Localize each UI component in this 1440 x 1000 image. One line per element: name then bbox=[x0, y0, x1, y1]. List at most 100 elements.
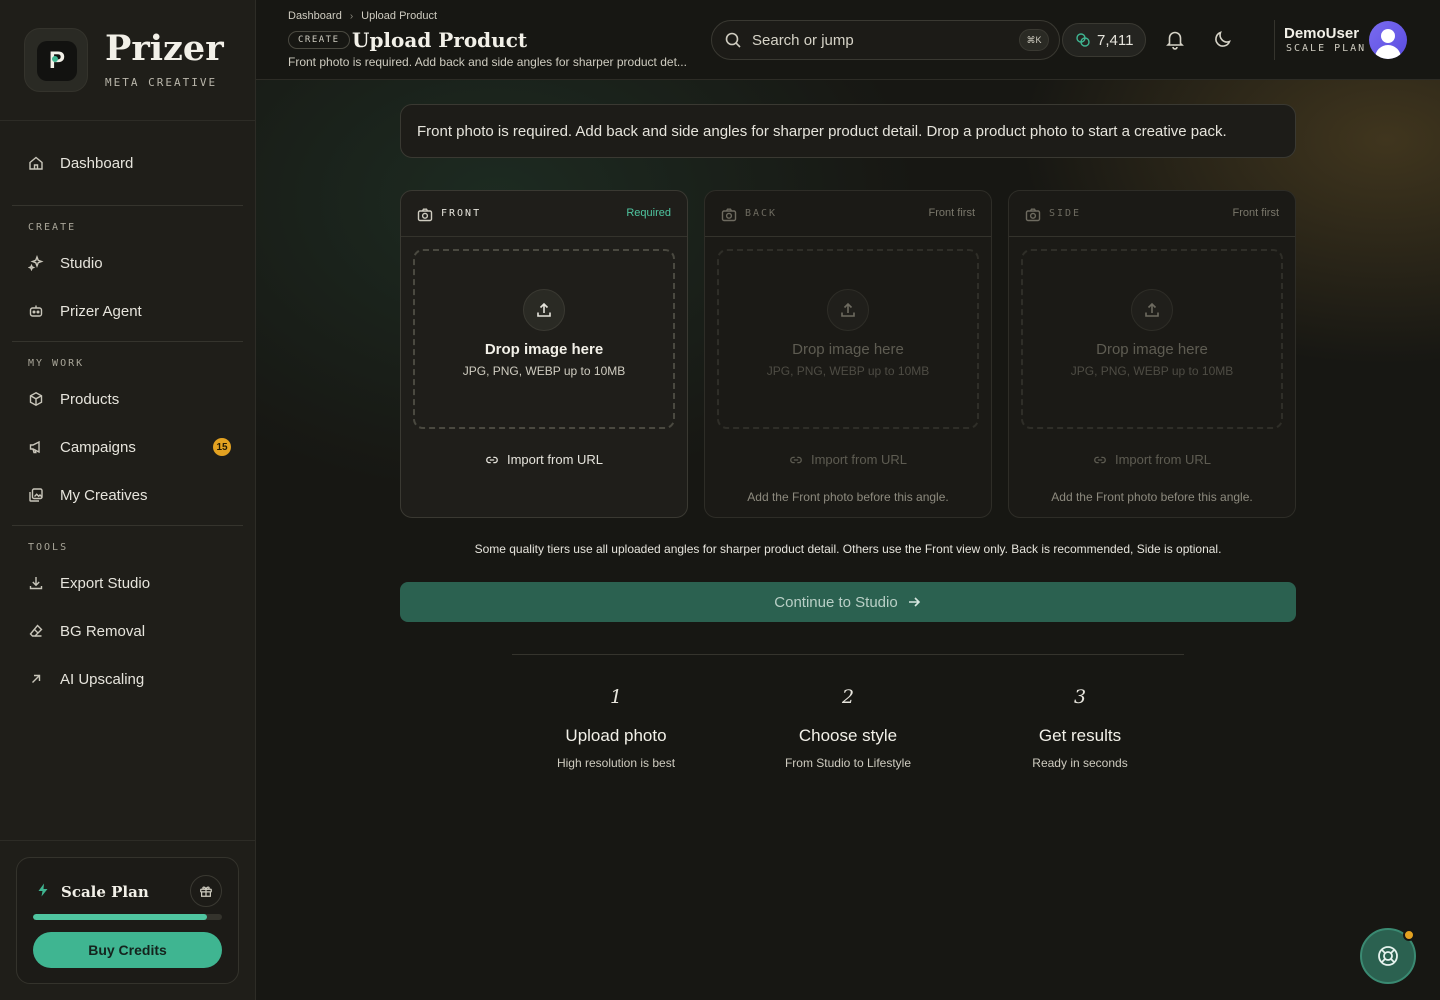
breadcrumb: Dashboard › Upload Product bbox=[288, 10, 437, 22]
sidebar-item-label: AI Upscaling bbox=[60, 670, 145, 688]
sidebar-item-export-studio[interactable]: Export Studio bbox=[12, 563, 243, 603]
sidebar-item-label: Dashboard bbox=[60, 154, 134, 172]
step-title: Upload photo bbox=[565, 726, 667, 745]
sidebar-item-label: My Creatives bbox=[60, 486, 148, 504]
user-plan: SCALE PLAN bbox=[1286, 43, 1367, 54]
plan-card: Scale Plan Buy Credits bbox=[16, 857, 239, 984]
avatar-head bbox=[1381, 29, 1395, 43]
step-title: Choose style bbox=[798, 726, 898, 745]
sidebar-item-label: Prizer Agent bbox=[60, 302, 142, 320]
nav-divider bbox=[12, 205, 243, 206]
credits-chip[interactable]: 7,411 bbox=[1062, 23, 1146, 57]
info-banner: Front photo is required. Add back and si… bbox=[400, 104, 1296, 158]
continue-to-studio-button[interactable]: Continue to Studio bbox=[400, 582, 1296, 622]
plan-usage-bar bbox=[33, 914, 222, 920]
brand-name: Prizer bbox=[105, 28, 224, 69]
page-subtitle: Front photo is required. Add back and si… bbox=[288, 55, 687, 69]
sidebar-item-label: BG Removal bbox=[60, 622, 146, 640]
front-first-tag: Front first bbox=[928, 207, 975, 219]
bot-icon bbox=[28, 303, 44, 319]
coins-icon bbox=[1075, 32, 1091, 48]
nav-section-my-work: MY WORK bbox=[28, 358, 85, 369]
dropzone[interactable]: Drop image here JPG, PNG, WEBP up to 10M… bbox=[413, 249, 675, 429]
step-1: 1 Upload photo High resolution is best bbox=[500, 686, 732, 770]
campaigns-count-badge: 15 bbox=[213, 438, 231, 456]
upload-card-back: BACK Front first Drop image here JPG, PN… bbox=[704, 190, 992, 518]
import-url-label: Import from URL bbox=[810, 452, 908, 467]
sidebar-item-my-creatives[interactable]: My Creatives bbox=[12, 475, 243, 515]
import-url-link: Import from URL bbox=[705, 452, 991, 467]
brand: P Prizer META CREATIVE bbox=[0, 0, 255, 121]
plan-section: Scale Plan Buy Credits bbox=[0, 840, 255, 1000]
megaphone-icon bbox=[28, 439, 44, 455]
bell-icon[interactable] bbox=[1164, 28, 1186, 50]
camera-icon bbox=[721, 207, 737, 223]
dropzone: Drop image here JPG, PNG, WEBP up to 10M… bbox=[1021, 249, 1283, 429]
dropzone-title: Drop image here bbox=[1096, 341, 1208, 358]
step-number: 3 bbox=[1073, 686, 1087, 708]
sidebar-item-label: Studio bbox=[60, 254, 103, 272]
required-tag: Required bbox=[626, 207, 671, 219]
gift-icon[interactable] bbox=[190, 875, 222, 907]
step-number: 2 bbox=[841, 686, 855, 708]
main-content: Front photo is required. Add back and si… bbox=[256, 80, 1440, 1000]
upload-icon bbox=[523, 289, 565, 331]
upload-card-front: FRONT Required Drop image here JPG, PNG,… bbox=[400, 190, 688, 518]
search-input[interactable] bbox=[752, 31, 1012, 49]
sidebar-item-bg-removal[interactable]: BG Removal bbox=[12, 611, 243, 651]
import-url-link: Import from URL bbox=[1009, 452, 1295, 467]
steps-divider bbox=[512, 654, 1184, 655]
upload-icon bbox=[827, 289, 869, 331]
dropzone-title: Drop image here bbox=[484, 341, 604, 358]
box-icon bbox=[28, 391, 44, 407]
import-url-link[interactable]: Import from URL bbox=[401, 452, 687, 467]
sidebar-item-label: Products bbox=[60, 390, 120, 408]
link-icon bbox=[485, 453, 499, 467]
sidebar-item-ai-upscaling[interactable]: AI Upscaling bbox=[12, 659, 243, 699]
search-box[interactable]: ⌘K bbox=[711, 20, 1060, 60]
angle-label: FRONT bbox=[441, 208, 482, 219]
sidebar-item-campaigns[interactable]: Campaigns 15 bbox=[12, 427, 243, 467]
dropzone-title: Drop image here bbox=[792, 341, 904, 358]
notification-dot bbox=[1403, 929, 1415, 941]
step-subtitle: From Studio to Lifestyle bbox=[784, 756, 912, 770]
nav-divider bbox=[12, 341, 243, 342]
import-url-label: Import from URL bbox=[506, 452, 604, 467]
sidebar-item-dashboard[interactable]: Dashboard bbox=[12, 143, 243, 183]
search-shortcut: ⌘K bbox=[1019, 29, 1049, 51]
front-first-tag: Front first bbox=[1232, 207, 1279, 219]
arrow-up-right-icon bbox=[28, 671, 44, 687]
camera-icon bbox=[417, 207, 433, 223]
search-icon bbox=[724, 31, 742, 49]
user-name[interactable]: DemoUser bbox=[1284, 25, 1359, 42]
avatar[interactable] bbox=[1369, 21, 1407, 59]
nav-section-create: CREATE bbox=[28, 222, 77, 233]
angle-label: SIDE bbox=[1049, 208, 1082, 219]
home-icon bbox=[28, 155, 44, 171]
arrow-right-icon bbox=[906, 594, 922, 610]
camera-icon bbox=[1025, 207, 1041, 223]
brand-logo[interactable]: P bbox=[24, 28, 88, 92]
step-2: 2 Choose style From Studio to Lifestyle bbox=[732, 686, 964, 770]
info-text: Front photo is required. Add back and si… bbox=[417, 122, 1227, 140]
sidebar-item-products[interactable]: Products bbox=[12, 379, 243, 419]
step-3: 3 Get results Ready in seconds bbox=[964, 686, 1196, 770]
buy-credits-button[interactable]: Buy Credits bbox=[33, 932, 222, 968]
header: Dashboard › Upload Product CREATE Upload… bbox=[256, 0, 1440, 80]
link-icon bbox=[1093, 453, 1107, 467]
sidebar-item-studio[interactable]: Studio bbox=[12, 243, 243, 283]
plan-usage-fill bbox=[33, 914, 207, 920]
moon-icon[interactable] bbox=[1212, 28, 1234, 50]
chevron-right-icon: › bbox=[349, 10, 354, 22]
upload-icon bbox=[1131, 289, 1173, 331]
sparkles-icon bbox=[28, 255, 44, 271]
sidebar-item-prizer-agent[interactable]: Prizer Agent bbox=[12, 291, 243, 331]
locked-note: Add the Front photo before this angle. bbox=[1051, 490, 1253, 504]
create-pill: CREATE bbox=[288, 31, 350, 49]
breadcrumb-dashboard[interactable]: Dashboard bbox=[288, 10, 342, 22]
download-icon bbox=[28, 575, 44, 591]
bolt-icon bbox=[35, 882, 51, 898]
quality-note: Some quality tiers use all uploaded angl… bbox=[474, 542, 1222, 556]
dropzone-subtitle: JPG, PNG, WEBP up to 10MB bbox=[1070, 364, 1234, 378]
sidebar: P Prizer META CREATIVE Dashboard CREATE … bbox=[0, 0, 256, 1000]
